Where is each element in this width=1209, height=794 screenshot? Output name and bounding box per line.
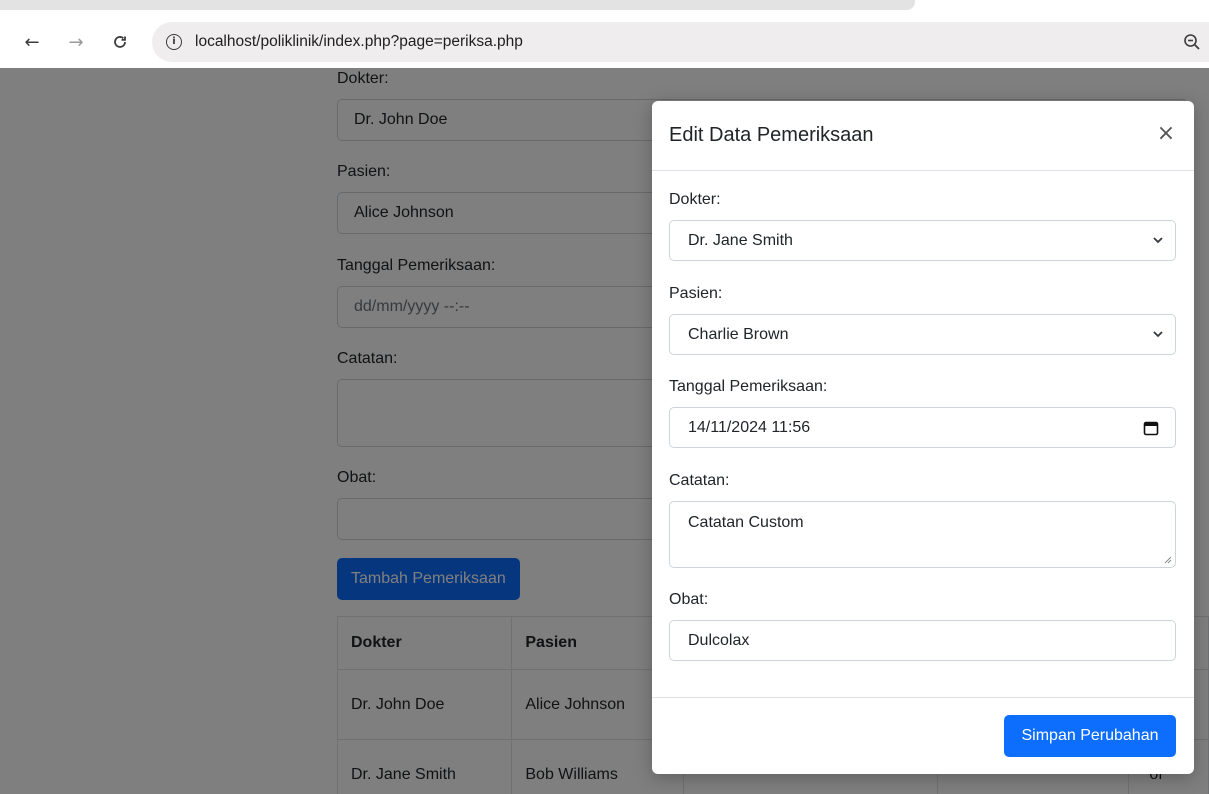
modal-pasien-label: Pasien: [669,285,723,302]
back-icon[interactable]: ← [18,28,46,56]
resize-handle-icon[interactable] [1164,556,1172,564]
site-info-icon[interactable]: i [166,34,182,50]
edit-modal: Edit Data Pemeriksaan × Dokter: Dr. Jane… [652,101,1194,774]
modal-tanggal-value: 14/11/2024 11:56 [688,418,811,436]
tab-strip-bar [0,0,915,10]
modal-dokter-value: Dr. Jane Smith [688,231,793,249]
modal-dokter-label: Dokter: [669,191,721,208]
modal-footer-divider [652,697,1194,698]
page-content: Dokter: Dr. John Doe Pasien: Alice Johns… [0,68,1209,794]
modal-title: Edit Data Pemeriksaan [669,124,874,146]
reload-icon[interactable] [106,28,134,56]
forward-icon[interactable]: → [62,28,90,56]
tab-strip [0,0,1209,18]
modal-tanggal-input[interactable]: 14/11/2024 11:56 [669,407,1176,448]
modal-obat-value: Dulcolax [688,631,750,649]
modal-catatan-label: Catatan: [669,472,730,489]
address-bar[interactable]: i localhost/poliklinik/index.php?page=pe… [152,22,1209,62]
modal-pasien-value: Charlie Brown [688,325,789,343]
close-icon[interactable]: × [1156,123,1176,145]
chevron-down-icon [1153,237,1163,244]
browser-toolbar: ← → i localhost/poliklinik/index.php?pag… [0,18,1209,68]
url-text[interactable]: localhost/poliklinik/index.php?page=peri… [195,33,523,51]
modal-catatan-value: Catatan Custom [688,514,804,531]
modal-dokter-select[interactable]: Dr. Jane Smith [669,220,1176,261]
modal-obat-input[interactable]: Dulcolax [669,620,1176,661]
modal-pasien-select[interactable]: Charlie Brown [669,314,1176,355]
modal-tanggal-label: Tanggal Pemeriksaan: [669,378,828,395]
modal-catatan-textarea[interactable]: Catatan Custom [669,501,1176,568]
simpan-perubahan-button[interactable]: Simpan Perubahan [1004,715,1176,757]
zoom-out-icon[interactable] [1183,33,1201,51]
modal-header: Edit Data Pemeriksaan × [652,101,1194,171]
calendar-icon[interactable] [1143,420,1159,436]
modal-obat-label: Obat: [669,591,709,608]
chevron-down-icon [1153,331,1163,338]
